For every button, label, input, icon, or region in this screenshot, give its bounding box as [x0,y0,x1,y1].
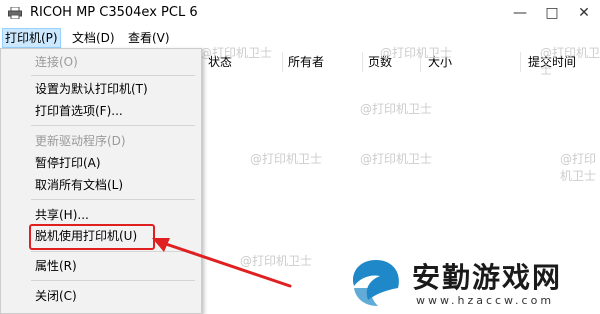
menu-separator [31,125,195,126]
title-bar: RICOH MP C3504ex PCL 6 — □ ✕ [0,0,600,28]
menu-printer[interactable]: 打印机(P) [2,28,61,48]
printer-icon [8,7,22,19]
column-divider[interactable] [282,52,283,72]
menu-document[interactable]: 文档(D) [70,28,117,48]
watermark: @打印机卫士 [540,46,600,77]
watermark: @打印机卫士 [250,152,323,166]
menu-view[interactable]: 查看(V) [126,28,172,48]
maximize-button[interactable]: □ [538,2,566,24]
logo-url: www.hzaccw.com [416,294,555,307]
column-divider[interactable] [362,52,363,72]
menu-bar: 打印机(P) 文档(D) 查看(V) [0,28,600,48]
logo-title: 安勤游戏网 [412,261,563,294]
menu-separator [31,199,195,200]
menu-item-pause[interactable]: 暂停打印(A) [35,153,101,173]
window-title: RICOH MP C3504ex PCL 6 [30,5,198,20]
menu-separator [31,75,195,76]
watermark: @打印机卫士 [360,102,433,116]
column-divider[interactable] [520,52,521,72]
menu-item-preferences[interactable]: 打印首选项(F)... [35,101,123,121]
watermark: @打印机卫士 [200,46,273,60]
menu-item-properties[interactable]: 属性(R) [35,256,77,276]
watermark: @打印机卫士 [240,254,313,268]
menu-item-update-driver[interactable]: 更新驱动程序(D) [35,131,126,151]
logo-icon [352,260,399,306]
menu-item-cancel-all[interactable]: 取消所有文档(L) [35,175,123,195]
menu-separator [31,280,195,281]
highlight-box [29,224,155,250]
menu-item-close[interactable]: 关闭(C) [35,286,77,306]
site-logo: 安勤游戏网 www.hzaccw.com [342,252,592,314]
watermark: @打印机卫士 [360,152,433,166]
menu-item-connect[interactable]: 连接(O) [35,52,78,72]
minimize-button[interactable]: — [506,2,534,24]
menu-item-set-default[interactable]: 设置为默认打印机(T) [35,79,148,99]
watermark: @打印机卫士 [560,152,597,183]
printer-menu-dropdown: 连接(O) 设置为默认打印机(T) 打印首选项(F)... 更新驱动程序(D) … [0,48,202,314]
menu-item-share[interactable]: 共享(H)... [35,205,89,225]
column-owner[interactable]: 所有者 [288,52,324,72]
close-button[interactable]: ✕ [570,2,598,24]
watermark: @打印机卫士 [380,46,453,60]
menu-separator [31,251,195,252]
